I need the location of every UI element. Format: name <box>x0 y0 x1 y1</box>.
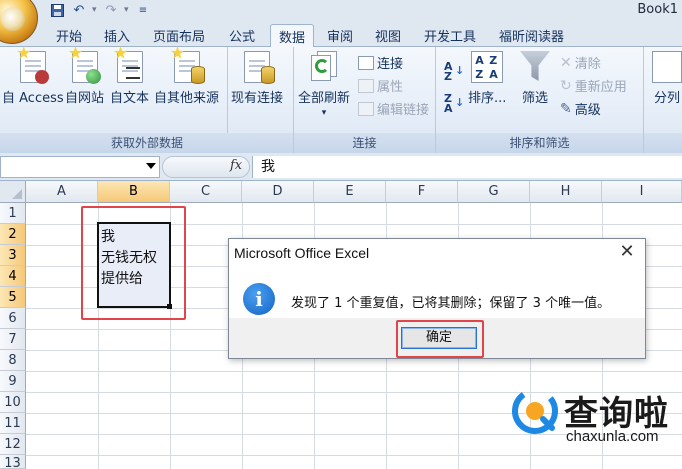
row-header-10[interactable]: 10 <box>0 392 26 413</box>
tab-insert[interactable]: 插入 <box>96 24 138 47</box>
clear-filter-icon: ✕ <box>560 54 572 71</box>
sort-dialog-icon: AZ ZA <box>471 51 504 83</box>
column-header-g[interactable]: G <box>458 181 530 203</box>
row-header-4[interactable]: 4 <box>0 266 26 287</box>
office-logo-icon <box>1 7 25 31</box>
text-to-columns-icon <box>652 51 682 83</box>
properties-icon <box>358 78 374 93</box>
database-icon <box>170 46 205 84</box>
filter-button[interactable]: 筛选 <box>520 51 550 106</box>
quick-access-toolbar: ↶ ▾ ↷ ▾ ≡ <box>48 2 152 18</box>
refresh-icon <box>309 51 339 83</box>
row-header-1[interactable]: 1 <box>0 203 26 224</box>
insert-function-icon[interactable]: fx <box>230 158 242 173</box>
column-header-e[interactable]: E <box>314 181 386 203</box>
group-existing-connections: 现有连接 <box>228 47 294 153</box>
web-globe-icon <box>68 46 101 84</box>
access-icon <box>17 46 49 84</box>
name-box-dropdown-icon[interactable] <box>146 163 156 169</box>
ribbon-tabs: 开始 插入 页面布局 公式 数据 审阅 视图 开发工具 福昕阅读器 <box>0 20 682 48</box>
tab-home[interactable]: 开始 <box>48 24 90 47</box>
sort-ascending-icon[interactable]: A Z ↓ <box>444 61 464 82</box>
group-data-tools: 分列 <box>644 47 682 153</box>
highlight-box-cells <box>81 206 186 320</box>
column-header-h[interactable]: H <box>530 181 602 203</box>
refresh-dropdown-icon[interactable]: ▾ <box>322 108 327 118</box>
sort-descending-icon[interactable]: Z A ↓ <box>444 93 464 114</box>
existing-connections-icon <box>244 51 275 84</box>
row-header-7[interactable]: 7 <box>0 329 26 350</box>
title-bar: ↶ ▾ ↷ ▾ ≡ Book1 <box>0 0 682 44</box>
select-all-button[interactable] <box>0 181 26 203</box>
advanced-filter-button[interactable]: ✎ 高级 <box>560 99 601 119</box>
customize-qat-icon[interactable]: ≡ <box>134 2 152 18</box>
chaxunla-logo-icon <box>512 388 558 434</box>
connections-icon <box>358 55 374 70</box>
group-sort-filter: A Z ↓ Z A ↓ AZ ZA 排序... 筛选 ✕ 清除 ↻ 重新应用 ✎ 高级 排序和… <box>436 47 644 153</box>
save-icon[interactable] <box>48 2 66 18</box>
info-icon: i <box>243 283 275 315</box>
group-connections: 全部刷新 ▾ 连接 属性 编辑链接 连接 <box>294 47 436 153</box>
column-header-a[interactable]: A <box>26 181 98 203</box>
advanced-filter-icon: ✎ <box>560 100 572 117</box>
edit-links-button[interactable]: 编辑链接 <box>358 99 429 118</box>
from-other-sources-button[interactable]: 自其他来源 <box>154 46 219 106</box>
row-header-5[interactable]: 5 <box>0 287 26 308</box>
group-label-sort-filter: 排序和筛选 <box>436 133 643 153</box>
filter-funnel-icon <box>520 51 550 81</box>
row-header-6[interactable]: 6 <box>0 308 26 329</box>
refresh-all-button[interactable]: 全部刷新 ▾ <box>298 51 350 118</box>
dialog-message: 发现了 1 个重复值，已将其删除；保留了 3 个唯一值。 <box>291 296 611 311</box>
tab-data[interactable]: 数据 <box>270 24 315 48</box>
row-header-12[interactable]: 12 <box>0 434 26 455</box>
tab-page-layout[interactable]: 页面布局 <box>145 24 213 47</box>
formula-bar: fx 我 <box>0 153 682 181</box>
redo-dropdown-icon[interactable]: ▾ <box>124 3 130 17</box>
tab-formulas[interactable]: 公式 <box>221 24 263 47</box>
row-header-8[interactable]: 8 <box>0 350 26 371</box>
name-box[interactable] <box>0 156 160 178</box>
redo-icon[interactable]: ↷ <box>102 2 120 18</box>
window-title: Book1 <box>637 2 678 17</box>
undo-icon[interactable]: ↶ <box>70 2 88 18</box>
close-icon[interactable]: ✕ <box>619 243 635 261</box>
tab-review[interactable]: 审阅 <box>319 24 361 47</box>
formula-input[interactable]: 我 <box>252 156 682 178</box>
undo-dropdown-icon[interactable]: ▾ <box>92 3 98 17</box>
tab-view[interactable]: 视图 <box>367 24 409 47</box>
from-web-button[interactable]: 自网站 <box>65 46 104 106</box>
row-header-13[interactable]: 13 <box>0 455 26 469</box>
column-header-c[interactable]: C <box>170 181 242 203</box>
tab-developer[interactable]: 开发工具 <box>416 24 484 47</box>
from-text-button[interactable]: 自文本 <box>110 46 149 106</box>
row-header-9[interactable]: 9 <box>0 371 26 392</box>
reapply-button[interactable]: ↻ 重新应用 <box>560 76 627 96</box>
tab-foxit-reader[interactable]: 福昕阅读器 <box>491 24 572 47</box>
text-file-icon <box>113 46 143 83</box>
group-label-connections: 连接 <box>294 133 435 153</box>
sort-button[interactable]: AZ ZA 排序... <box>468 51 506 106</box>
column-header-i[interactable]: I <box>602 181 682 203</box>
clear-filter-button[interactable]: ✕ 清除 <box>560 53 601 73</box>
row-header-11[interactable]: 11 <box>0 413 26 434</box>
properties-button[interactable]: 属性 <box>358 76 403 95</box>
reapply-icon: ↻ <box>560 77 572 94</box>
column-header-b[interactable]: B <box>98 181 170 203</box>
connections-button[interactable]: 连接 <box>358 53 403 72</box>
row-header-3[interactable]: 3 <box>0 245 26 266</box>
from-access-button[interactable]: 自 Access <box>2 46 64 106</box>
edit-links-icon <box>358 101 374 116</box>
highlight-box-ok <box>396 320 484 358</box>
watermark-url: chaxunla.com <box>566 428 659 445</box>
ribbon: 自 Access 自网站 自文本 自其他来源 获取外部数据 现有连接 全部刷新 … <box>0 46 682 153</box>
column-header-d[interactable]: D <box>242 181 314 203</box>
group-get-external-data: 自 Access 自网站 自文本 自其他来源 获取外部数据 <box>0 46 294 153</box>
column-header-f[interactable]: F <box>386 181 458 203</box>
dialog-title: Microsoft Office Excel <box>234 245 370 261</box>
text-to-columns-button[interactable]: 分列 <box>652 51 682 106</box>
row-header-2[interactable]: 2 <box>0 224 26 245</box>
existing-connections-button[interactable]: 现有连接 <box>231 51 283 106</box>
